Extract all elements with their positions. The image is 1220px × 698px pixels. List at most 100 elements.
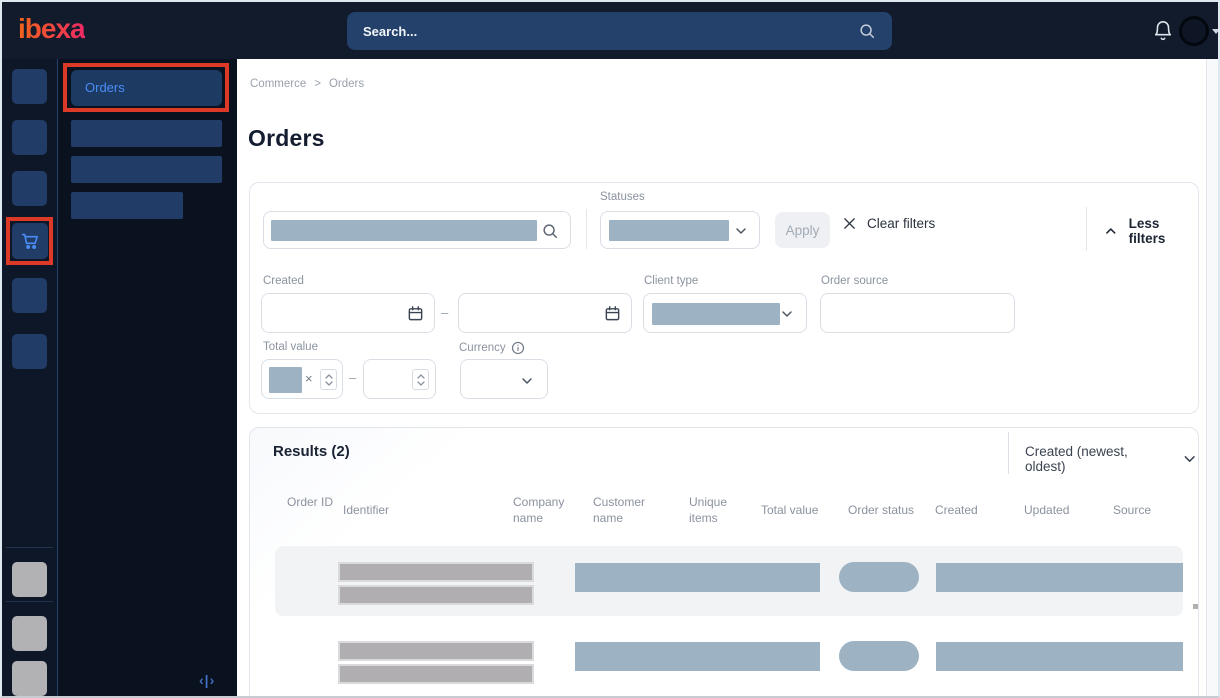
chevron-down-icon	[522, 378, 532, 384]
notifications-bell-icon[interactable]	[1152, 20, 1174, 42]
nav-icon-placeholder-muted-3[interactable]	[12, 661, 47, 696]
chevron-down-icon	[736, 228, 746, 234]
app-window: ibexa Search... Orders ‹|› Commerce > Or…	[0, 0, 1220, 698]
filter-search-input[interactable]	[263, 211, 571, 249]
nav-icon-placeholder-3[interactable]	[12, 171, 47, 206]
stepper-arrows-icon	[324, 373, 333, 386]
total-value-label: Total value	[263, 341, 318, 353]
value-range-separator: –	[349, 370, 357, 385]
cart-icon	[21, 233, 38, 249]
clear-filters-label: Clear filters	[867, 216, 936, 231]
date-range-separator: –	[441, 305, 449, 320]
commerce-nav-item[interactable]	[12, 223, 48, 259]
currency-label: Currency	[459, 341, 525, 355]
menu-item-placeholder-1[interactable]	[71, 120, 222, 147]
column-header-identifier: Identifier	[343, 503, 390, 517]
nav-icon-placeholder-4[interactable]	[12, 278, 47, 313]
main-content: Commerce > Orders Orders Statuses Apply …	[237, 59, 1207, 696]
chevron-down-icon	[1184, 456, 1195, 462]
results-panel: Results (2) Created (newest, oldest) Ord…	[249, 427, 1199, 696]
redacted-client-type-value	[652, 303, 780, 325]
close-icon	[844, 218, 855, 229]
column-header-order-status: Order status	[848, 503, 915, 517]
column-header-company-name: Company name	[513, 495, 565, 526]
clear-filters-button[interactable]: Clear filters	[842, 216, 935, 231]
less-filters-toggle[interactable]: Less filters	[1103, 216, 1198, 246]
number-stepper[interactable]	[412, 369, 429, 390]
column-header-source: Source	[1113, 503, 1152, 517]
statuses-select[interactable]	[600, 211, 760, 249]
redacted-customer-cell	[575, 563, 820, 592]
order-status-badge	[839, 641, 919, 671]
redacted-min-value	[269, 367, 302, 393]
column-header-order-id: Order ID	[287, 495, 334, 509]
total-value-max-input[interactable]	[363, 359, 436, 399]
created-from-date-input[interactable]	[261, 293, 435, 333]
order-row-1[interactable]	[275, 546, 1183, 616]
less-filters-label: Less filters	[1128, 216, 1166, 246]
order-status-badge	[839, 562, 919, 592]
order-source-label: Order source	[821, 275, 889, 287]
sort-select[interactable]: Created (newest, oldest)	[1025, 444, 1198, 474]
calendar-icon	[605, 306, 620, 321]
redacted-identifier-line1	[338, 641, 534, 661]
search-icon	[543, 224, 558, 239]
nav-icon-placeholder-5[interactable]	[12, 334, 47, 369]
chevron-up-icon	[1106, 228, 1116, 234]
user-menu-caret-icon[interactable]	[1212, 29, 1218, 34]
column-header-updated: Updated	[1024, 503, 1070, 517]
rail-divider	[6, 547, 53, 548]
filter-divider	[586, 209, 587, 249]
filter-divider	[1086, 207, 1087, 251]
column-header-total-value: Total value	[761, 503, 819, 517]
redacted-dates-cell	[936, 563, 1183, 592]
menu-item-orders[interactable]: Orders	[71, 70, 222, 106]
ibexa-logo[interactable]: ibexa	[18, 13, 86, 45]
nav-icon-placeholder-muted-2[interactable]	[12, 616, 47, 651]
redacted-identifier-line1	[338, 562, 534, 582]
redacted-identifier-line2	[338, 585, 534, 605]
info-icon[interactable]	[511, 341, 525, 355]
clear-value-icon[interactable]: ×	[305, 371, 313, 386]
redacted-identifier-line2	[338, 664, 534, 684]
search-placeholder: Search...	[363, 23, 418, 39]
apply-button[interactable]: Apply	[775, 212, 830, 248]
user-avatar[interactable]	[1179, 16, 1209, 46]
order-row-2[interactable]	[275, 625, 1183, 695]
breadcrumb: Commerce > Orders	[250, 78, 364, 90]
created-label: Created	[263, 275, 304, 287]
scrollbar-track[interactable]	[1206, 59, 1218, 696]
chevron-down-icon	[782, 311, 792, 317]
results-title: Results (2)	[273, 443, 350, 460]
calendar-icon	[408, 306, 423, 321]
currency-select[interactable]	[460, 359, 548, 399]
column-header-created: Created	[935, 503, 978, 517]
created-to-date-input[interactable]	[458, 293, 632, 333]
client-type-label: Client type	[644, 275, 699, 287]
client-type-select[interactable]	[643, 293, 807, 333]
breadcrumb-separator: >	[314, 78, 321, 90]
total-value-min-input[interactable]: ×	[261, 359, 343, 399]
statuses-label: Statuses	[600, 191, 645, 203]
order-source-input[interactable]	[820, 293, 1015, 333]
redacted-search-value	[271, 220, 537, 241]
breadcrumb-commerce[interactable]: Commerce	[250, 78, 306, 90]
nav-icon-placeholder-2[interactable]	[12, 120, 47, 155]
breadcrumb-orders: Orders	[328, 78, 365, 90]
topbar: ibexa Search...	[2, 2, 1218, 59]
redacted-dates-cell	[936, 642, 1183, 671]
global-search-input[interactable]: Search...	[347, 12, 892, 50]
secondary-menu: Orders ‹|›	[57, 59, 237, 696]
sidebar-collapse-toggle-icon[interactable]: ‹|›	[199, 672, 215, 688]
drag-handle-dot	[1193, 604, 1198, 609]
stepper-arrows-icon	[416, 373, 425, 386]
sort-divider	[1008, 432, 1009, 474]
currency-label-text: Currency	[459, 342, 506, 354]
main-icon-rail	[2, 59, 57, 696]
nav-icon-placeholder-1[interactable]	[12, 69, 47, 104]
number-stepper[interactable]	[320, 369, 337, 390]
menu-item-placeholder-2[interactable]	[71, 156, 222, 183]
nav-icon-placeholder-muted-1[interactable]	[12, 562, 47, 597]
menu-item-placeholder-3[interactable]	[71, 192, 183, 219]
filters-panel: Statuses Apply Clear filters Less filter…	[249, 182, 1199, 414]
